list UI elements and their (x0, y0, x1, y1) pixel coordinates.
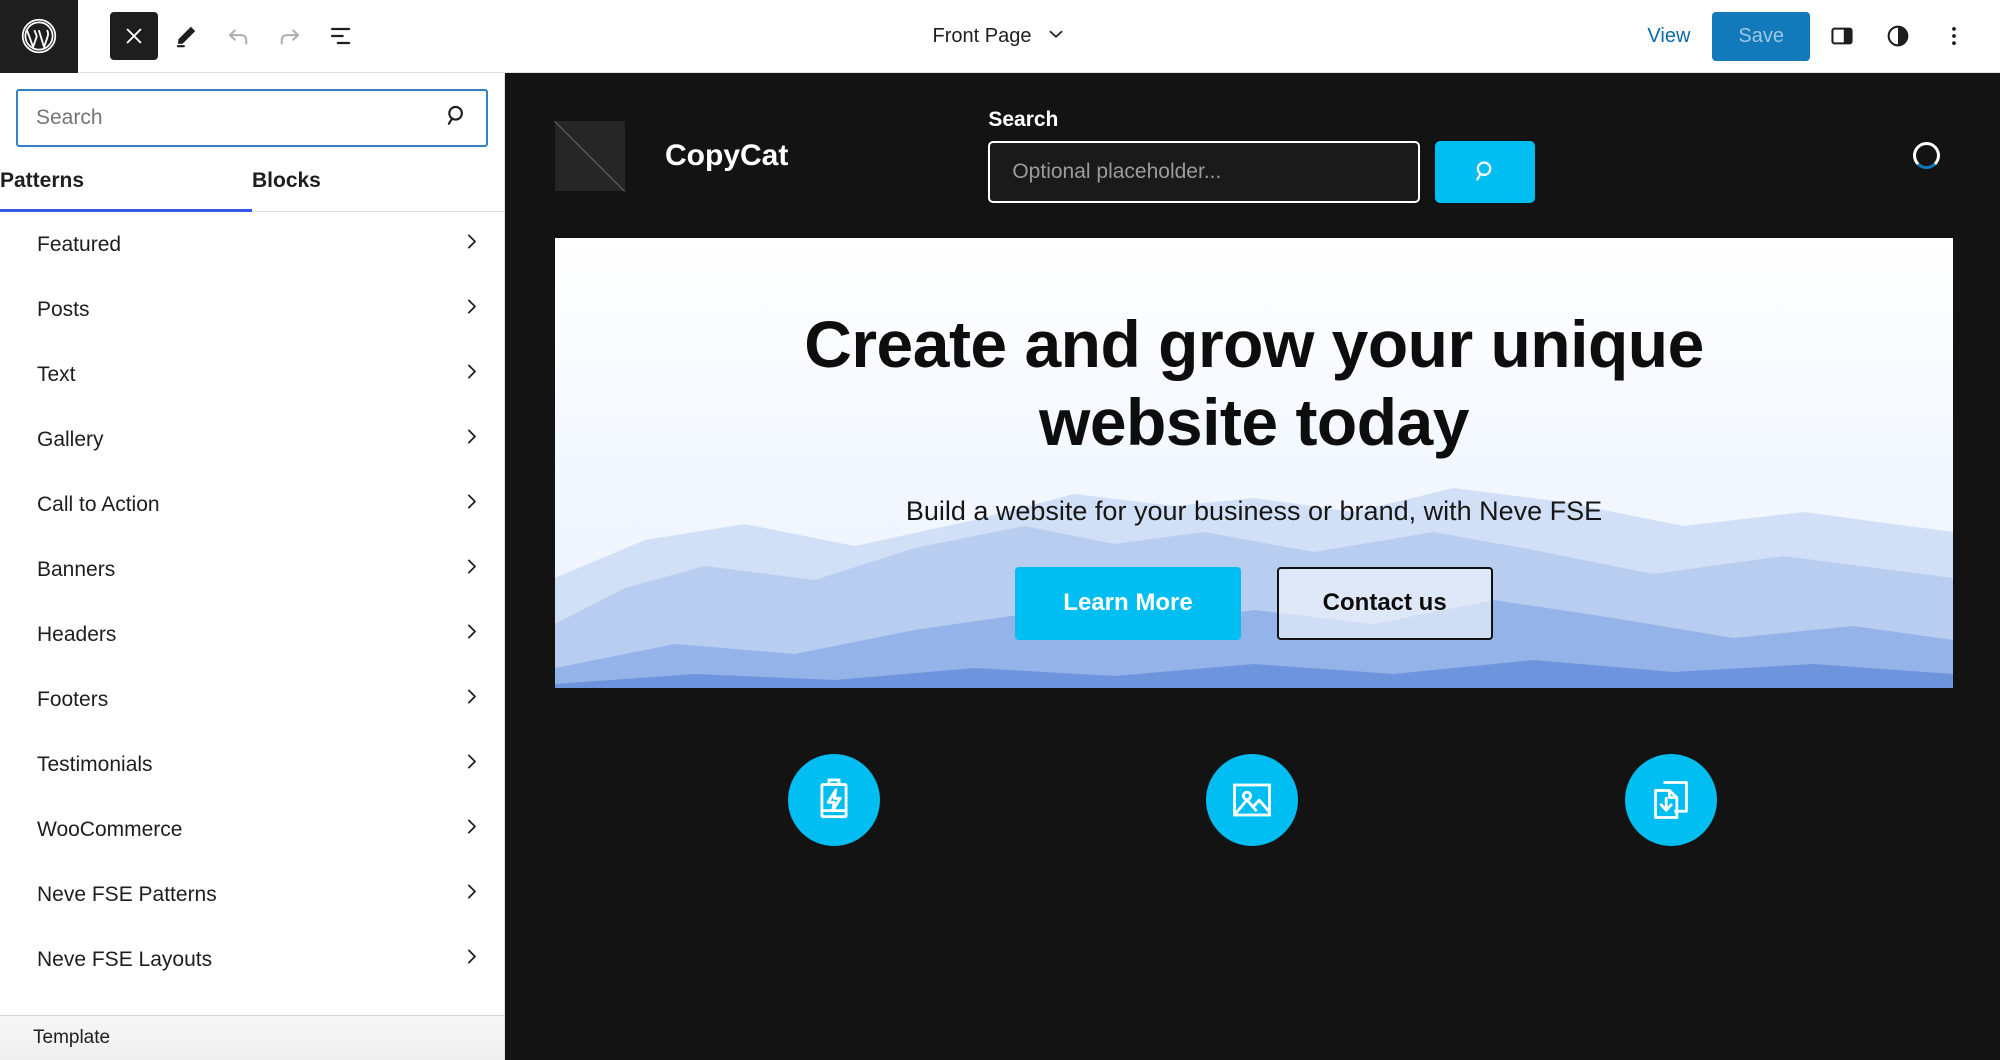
hero-buttons: Learn More Contact us (1015, 566, 1493, 640)
chevron-right-icon (461, 491, 482, 518)
category-label: WooCommerce (37, 817, 183, 841)
site-search-label: Search (988, 108, 1059, 131)
loading-spinner-icon (1913, 142, 1940, 169)
category-label: Gallery (37, 427, 104, 451)
site-search-button[interactable] (1435, 141, 1536, 203)
category-item-featured[interactable]: Featured (0, 212, 504, 277)
learn-more-button[interactable]: Learn More (1015, 566, 1241, 640)
chevron-right-icon (461, 946, 482, 973)
hero-section: Create and grow your unique website toda… (555, 238, 1953, 688)
category-item-headers[interactable]: Headers (0, 602, 504, 667)
editor-toolbar (110, 12, 366, 60)
chevron-right-icon (461, 361, 482, 388)
category-label: Neve FSE Layouts (37, 947, 213, 971)
chevron-right-icon (461, 556, 482, 583)
site-header: CopyCat Search Optional placeholder... (505, 73, 2000, 238)
pattern-category-list: Featured Posts Text Gallery Call to Acti… (0, 212, 504, 992)
site-preview-canvas: CopyCat Search Optional placeholder... C… (505, 73, 2000, 1060)
tab-blocks[interactable]: Blocks (252, 169, 504, 211)
tab-patterns[interactable]: Patterns (0, 169, 252, 212)
battery-lightning-icon[interactable] (788, 754, 881, 846)
search-box[interactable] (16, 89, 488, 147)
category-item-footers[interactable]: Footers (0, 667, 504, 732)
block-inserter-sidebar: Patterns Blocks Featured Posts Text Gall… (0, 73, 505, 1060)
search-input[interactable] (18, 91, 486, 145)
category-item-posts[interactable]: Posts (0, 277, 504, 342)
inserter-search-wrap (0, 73, 504, 147)
tab-patterns-label: Patterns (0, 169, 85, 192)
category-item-text[interactable]: Text (0, 342, 504, 407)
category-item-neve-fse-layouts[interactable]: Neve FSE Layouts (0, 927, 504, 992)
site-search-input[interactable]: Optional placeholder... (988, 141, 1421, 203)
category-label: Testimonials (37, 752, 153, 776)
chevron-right-icon (461, 231, 482, 258)
category-item-call-to-action[interactable]: Call to Action (0, 472, 504, 537)
site-search-placeholder: Optional placeholder... (1012, 160, 1222, 183)
category-item-testimonials[interactable]: Testimonials (0, 732, 504, 797)
search-magnifier-icon (443, 102, 470, 134)
category-label: Featured (37, 232, 122, 256)
category-item-banners[interactable]: Banners (0, 537, 504, 602)
category-item-neve-fse-patterns[interactable]: Neve FSE Patterns (0, 862, 504, 927)
image-placeholder-icon[interactable] (555, 120, 625, 191)
category-label: Call to Action (37, 492, 160, 516)
page-title: Front Page (932, 25, 1032, 47)
chevron-right-icon (461, 296, 482, 323)
chevron-right-icon (461, 751, 482, 778)
site-search-block: Search Optional placeholder... (988, 108, 1536, 203)
chevron-right-icon (461, 621, 482, 648)
category-label: Text (37, 362, 76, 386)
undo-button[interactable] (214, 12, 262, 60)
wordpress-logo-icon[interactable] (0, 0, 78, 73)
edit-mode-button[interactable] (162, 12, 210, 60)
chevron-right-icon (461, 881, 482, 908)
breadcrumb-label: Template (33, 1027, 111, 1048)
redo-button[interactable] (266, 12, 314, 60)
features-section (505, 688, 2000, 846)
save-button[interactable]: Save (1712, 11, 1810, 61)
vertical-ellipsis-icon[interactable] (1930, 12, 1978, 60)
contact-us-button[interactable]: Contact us (1276, 566, 1493, 640)
site-title[interactable]: CopyCat (665, 139, 788, 173)
category-label: Headers (37, 622, 117, 646)
hero-content: Create and grow your unique website toda… (555, 238, 1953, 640)
category-item-gallery[interactable]: Gallery (0, 407, 504, 472)
category-label: Neve FSE Patterns (37, 882, 217, 906)
editor-top-bar: Front Page View Save (0, 0, 2000, 73)
search-magnifier-icon (1471, 157, 1499, 188)
hero-subheading[interactable]: Build a website for your business or bra… (906, 496, 1602, 527)
document-title-dropdown[interactable]: Front Page (933, 23, 1068, 51)
tab-blocks-label: Blocks (252, 169, 321, 192)
category-item-woocommerce[interactable]: WooCommerce (0, 797, 504, 862)
category-label: Posts (37, 297, 90, 321)
breadcrumb[interactable]: Template (0, 1015, 504, 1060)
chevron-right-icon (461, 426, 482, 453)
hero-heading[interactable]: Create and grow your unique website toda… (804, 306, 1704, 462)
image-gallery-icon[interactable] (1206, 754, 1299, 846)
inserter-tabs: Patterns Blocks (0, 169, 504, 212)
contrast-half-circle-icon[interactable] (1874, 12, 1922, 60)
document-download-icon[interactable] (1624, 754, 1717, 846)
chevron-right-icon (461, 686, 482, 713)
close-inserter-button[interactable] (110, 12, 158, 60)
category-label: Banners (37, 557, 116, 581)
view-link[interactable]: View (1633, 17, 1704, 56)
chevron-down-icon (1045, 23, 1067, 51)
list-view-button[interactable] (318, 12, 366, 60)
chevron-right-icon (461, 816, 482, 843)
settings-panel-icon[interactable] (1818, 12, 1866, 60)
editor-actions: View Save (1633, 11, 2000, 61)
category-label: Footers (37, 687, 109, 711)
